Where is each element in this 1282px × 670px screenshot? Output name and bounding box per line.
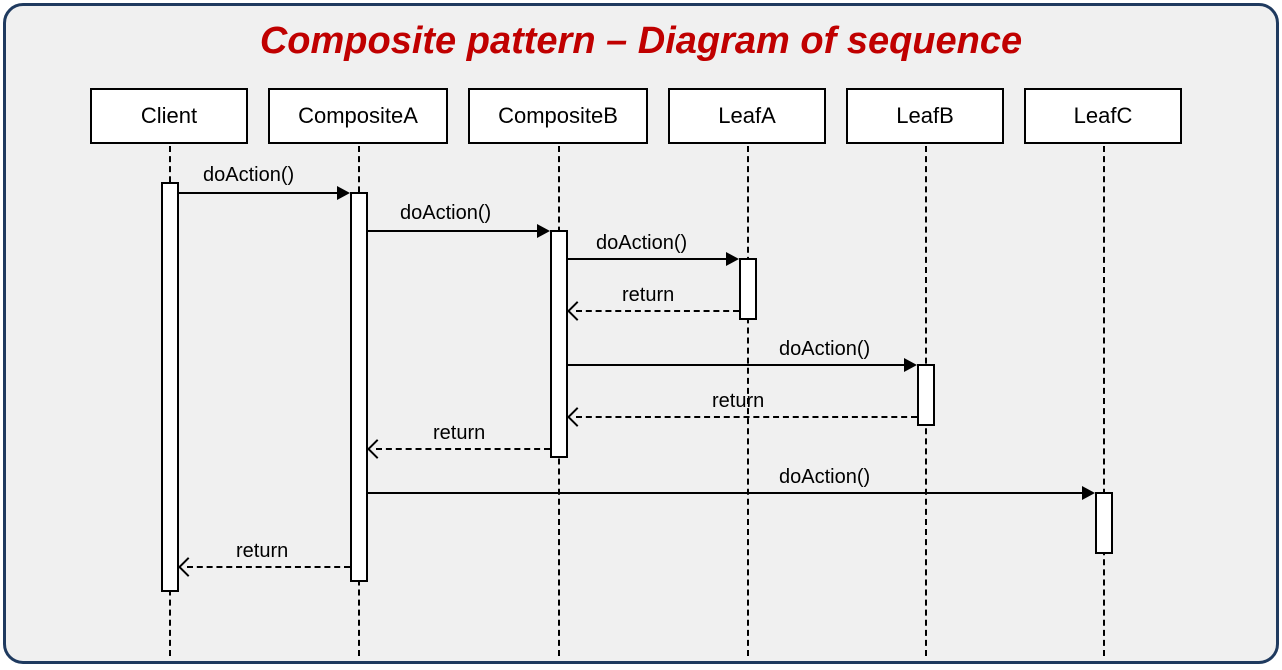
msg-label: doAction()	[779, 466, 870, 489]
arrow-head-icon	[1082, 486, 1095, 500]
arrow-line	[568, 364, 906, 366]
activation-leafC	[1095, 492, 1113, 554]
arrow-line	[368, 230, 538, 232]
lifeline-leafC	[1103, 146, 1105, 656]
activation-compositeB	[550, 230, 568, 458]
msg-label: return	[433, 422, 485, 445]
msg-label: doAction()	[400, 202, 491, 225]
arrow-line	[568, 258, 728, 260]
participant-label: LeafA	[718, 103, 776, 129]
arrow-head-icon	[178, 557, 198, 577]
participant-label: CompositeA	[298, 103, 418, 129]
participant-label: LeafB	[896, 103, 954, 129]
msg-label: return	[712, 390, 764, 413]
arrow-head-icon	[904, 358, 917, 372]
arrow-head-icon	[726, 252, 739, 266]
activation-leafB	[917, 364, 935, 426]
participant-leafA: LeafA	[668, 88, 826, 144]
arrow-line-dashed	[187, 566, 350, 568]
activation-compositeA	[350, 192, 368, 582]
msg-label: doAction()	[203, 164, 294, 187]
arrow-head-icon	[337, 186, 350, 200]
diagram-frame: Composite pattern – Diagram of sequence …	[3, 3, 1279, 664]
arrow-head-icon	[567, 407, 587, 427]
participant-client: Client	[90, 88, 248, 144]
msg-label: return	[236, 540, 288, 563]
activation-client	[161, 182, 179, 592]
diagram-title: Composite pattern – Diagram of sequence	[6, 6, 1276, 73]
msg-label: doAction()	[779, 338, 870, 361]
activation-leafA	[739, 258, 757, 320]
participant-compositeA: CompositeA	[268, 88, 448, 144]
arrow-head-icon	[537, 224, 550, 238]
arrow-line-dashed	[376, 448, 550, 450]
participant-leafC: LeafC	[1024, 88, 1182, 144]
arrow-head-icon	[367, 439, 387, 459]
arrow-line-dashed	[576, 310, 739, 312]
msg-label: doAction()	[596, 232, 687, 255]
participant-label: Client	[141, 103, 197, 129]
participant-label: CompositeB	[498, 103, 618, 129]
participant-label: LeafC	[1074, 103, 1133, 129]
participant-compositeB: CompositeB	[468, 88, 648, 144]
arrow-line	[368, 492, 1084, 494]
participant-leafB: LeafB	[846, 88, 1004, 144]
arrow-head-icon	[567, 301, 587, 321]
arrow-line	[179, 192, 339, 194]
arrow-line-dashed	[576, 416, 917, 418]
sequence-diagram: Client CompositeA CompositeB LeafA LeafB…	[6, 82, 1276, 662]
msg-label: return	[622, 284, 674, 307]
